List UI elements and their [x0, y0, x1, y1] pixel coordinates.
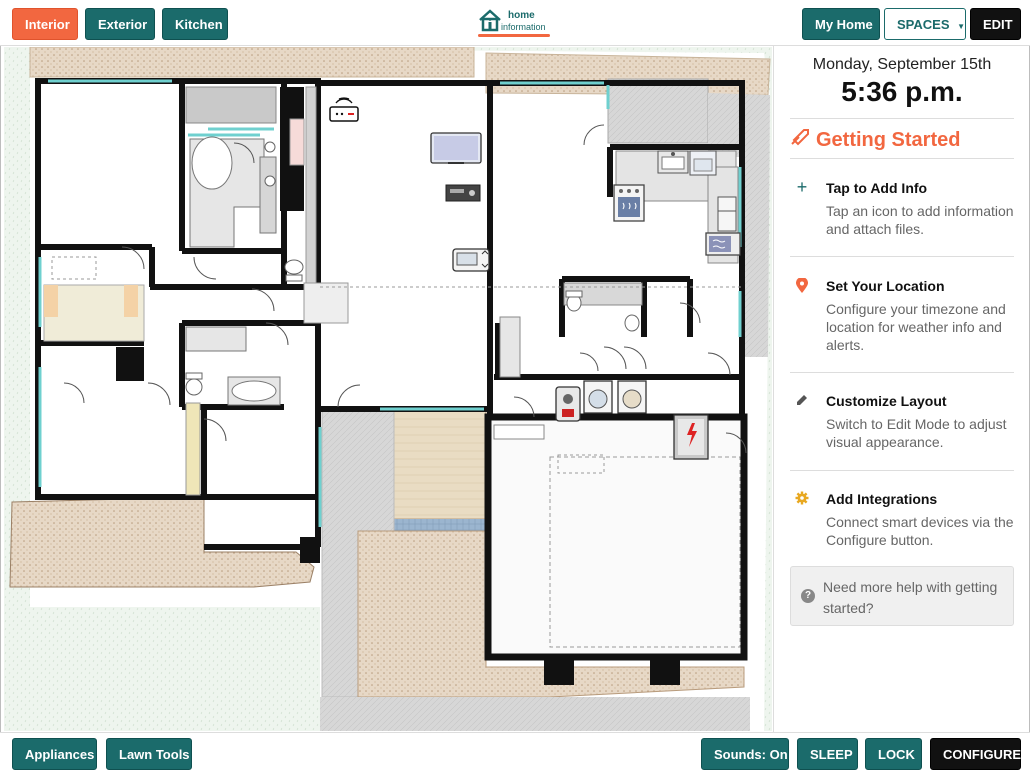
- sounds-toggle-button[interactable]: Sounds: On: [701, 738, 789, 770]
- tip-description: Configure your timezone and location for…: [826, 301, 1006, 353]
- question-mark-icon: ?: [801, 589, 815, 603]
- appliances-button[interactable]: Appliances: [12, 738, 97, 770]
- rocket-icon: [790, 128, 810, 152]
- lawn-tools-button[interactable]: Lawn Tools: [106, 738, 192, 770]
- tip-description: Connect smart devices via the Configure …: [826, 514, 1014, 548]
- my-home-button[interactable]: My Home: [802, 8, 880, 40]
- configure-button[interactable]: CONFIGURE: [930, 738, 1021, 770]
- lock-button[interactable]: LOCK: [865, 738, 922, 770]
- spaces-dropdown[interactable]: SPACES ▼: [884, 8, 966, 40]
- logo-text-information: information: [501, 22, 546, 32]
- tip-title: Set Your Location: [826, 278, 945, 294]
- tip-title: Tap to Add Info: [826, 180, 928, 196]
- tip-set-location[interactable]: Set Your Location Configure your timezon…: [790, 277, 1018, 362]
- logo-text-home: home: [508, 10, 535, 21]
- stereo-receiver-icon[interactable]: [445, 184, 481, 202]
- tab-kitchen[interactable]: Kitchen: [162, 8, 228, 40]
- water-heater-icon[interactable]: [555, 386, 581, 422]
- help-box[interactable]: ? Need more help with getting started?: [790, 566, 1014, 626]
- getting-started-heading: Getting Started: [790, 128, 960, 152]
- floor-plan-canvas[interactable]: [4, 47, 772, 731]
- divider: [790, 470, 1014, 471]
- floor-plan-drawing: [4, 47, 772, 731]
- tip-description: Tap an icon to add information and attac…: [826, 203, 1014, 237]
- getting-started-title: Getting Started: [816, 129, 961, 151]
- tv-icon[interactable]: [430, 132, 482, 164]
- pencil-icon: [794, 393, 810, 409]
- plus-icon: +: [796, 177, 808, 197]
- divider: [790, 256, 1014, 257]
- divider: [790, 158, 1014, 159]
- electrical-panel-icon[interactable]: [673, 414, 709, 460]
- tip-title: Add Integrations: [826, 491, 938, 507]
- tip-customize-layout[interactable]: Customize Layout Switch to Edit Mode to …: [790, 393, 1018, 455]
- tip-title: Customize Layout: [826, 393, 947, 409]
- microwave-icon[interactable]: [705, 232, 741, 256]
- current-date: Monday, September 15th: [812, 56, 992, 73]
- washer-icon[interactable]: [583, 380, 613, 414]
- divider: [790, 372, 1014, 373]
- top-nav-bar: Interior Exterior Kitchen home informati…: [0, 0, 1030, 46]
- house-logo-icon: [479, 9, 501, 32]
- gear-icon: [794, 491, 810, 507]
- tip-add-info[interactable]: + Tap to Add Info Tap an icon to add inf…: [790, 177, 1018, 250]
- tip-description: Switch to Edit Mode to adjust visual app…: [826, 416, 1007, 450]
- stove-icon[interactable]: [613, 184, 645, 222]
- sleep-button[interactable]: SLEEP: [797, 738, 858, 770]
- help-text: Need more help with getting started?: [823, 579, 998, 616]
- divider: [790, 118, 1014, 119]
- tab-interior[interactable]: Interior: [12, 8, 78, 40]
- thermostat-icon[interactable]: [452, 248, 490, 272]
- logo-underline: [478, 34, 550, 37]
- current-time: 5:36 p.m.: [841, 76, 963, 107]
- edit-button[interactable]: EDIT: [970, 8, 1021, 40]
- dryer-icon[interactable]: [617, 380, 647, 414]
- caret-down-icon: ▼: [957, 22, 966, 31]
- sink-icon[interactable]: [657, 150, 689, 174]
- home-information-logo[interactable]: home information: [478, 8, 554, 38]
- refrigerator-icon[interactable]: [717, 196, 737, 232]
- bottom-nav-bar: Appliances Lawn Tools Sounds: On SLEEP L…: [0, 732, 1030, 774]
- dishwasher-icon[interactable]: [689, 150, 717, 176]
- getting-started-sidebar: Monday, September 15th 5:36 p.m. Getting…: [773, 46, 1029, 732]
- tab-exterior[interactable]: Exterior: [85, 8, 155, 40]
- spaces-label: SPACES: [897, 17, 950, 32]
- location-pin-icon: [794, 277, 810, 294]
- tip-add-integrations[interactable]: Add Integrations Connect smart devices v…: [790, 491, 1018, 553]
